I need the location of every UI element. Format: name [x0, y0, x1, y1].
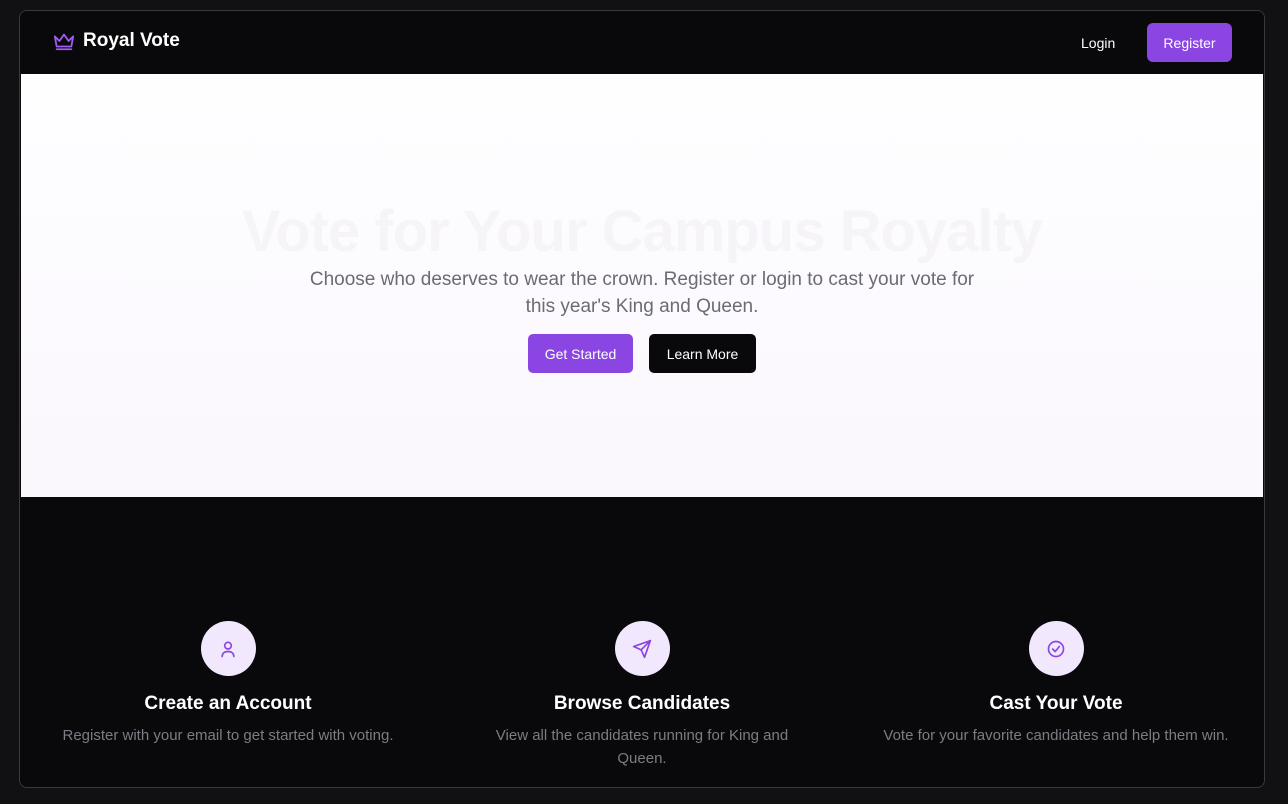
send-icon: [614, 621, 670, 676]
check-circle-icon: [1028, 621, 1084, 676]
feature-description: Register with your email to get started …: [62, 727, 394, 744]
app-window: Royal Vote Login Register Vote for Your …: [19, 10, 1265, 788]
feature-title: Cast Your Vote: [989, 693, 1123, 714]
navbar: Royal Vote Login Register: [20, 11, 1264, 74]
hero-section: Vote for Your Campus Royalty Choose who …: [21, 74, 1263, 497]
login-link[interactable]: Login: [1069, 31, 1127, 55]
feature-browse-candidates: Browse Candidates View all the candidate…: [442, 621, 842, 770]
user-icon: [200, 621, 256, 676]
feature-title: Browse Candidates: [553, 693, 731, 714]
hero-title: Vote for Your Campus Royalty: [241, 199, 1043, 264]
hero-subtitle: Choose who deserves to wear the crown. R…: [309, 269, 975, 317]
hero-buttons: Get Started Learn More: [21, 334, 1263, 373]
register-button[interactable]: Register: [1147, 23, 1232, 62]
brand-name: Royal Vote: [83, 30, 180, 51]
features-section: Create an Account Register with your ema…: [20, 497, 1264, 787]
learn-more-button[interactable]: Learn More: [649, 334, 756, 373]
feature-description: Vote for your favorite candidates and he…: [883, 727, 1229, 744]
crown-icon: [53, 30, 75, 52]
feature-title: Create an Account: [144, 693, 312, 714]
feature-create-account: Create an Account Register with your ema…: [28, 621, 428, 747]
brand-link[interactable]: Royal Vote: [53, 30, 180, 52]
get-started-button[interactable]: Get Started: [528, 334, 633, 373]
feature-cast-vote: Cast Your Vote Vote for your favorite ca…: [856, 621, 1256, 747]
feature-description: View all the candidates running for King…: [495, 727, 789, 767]
